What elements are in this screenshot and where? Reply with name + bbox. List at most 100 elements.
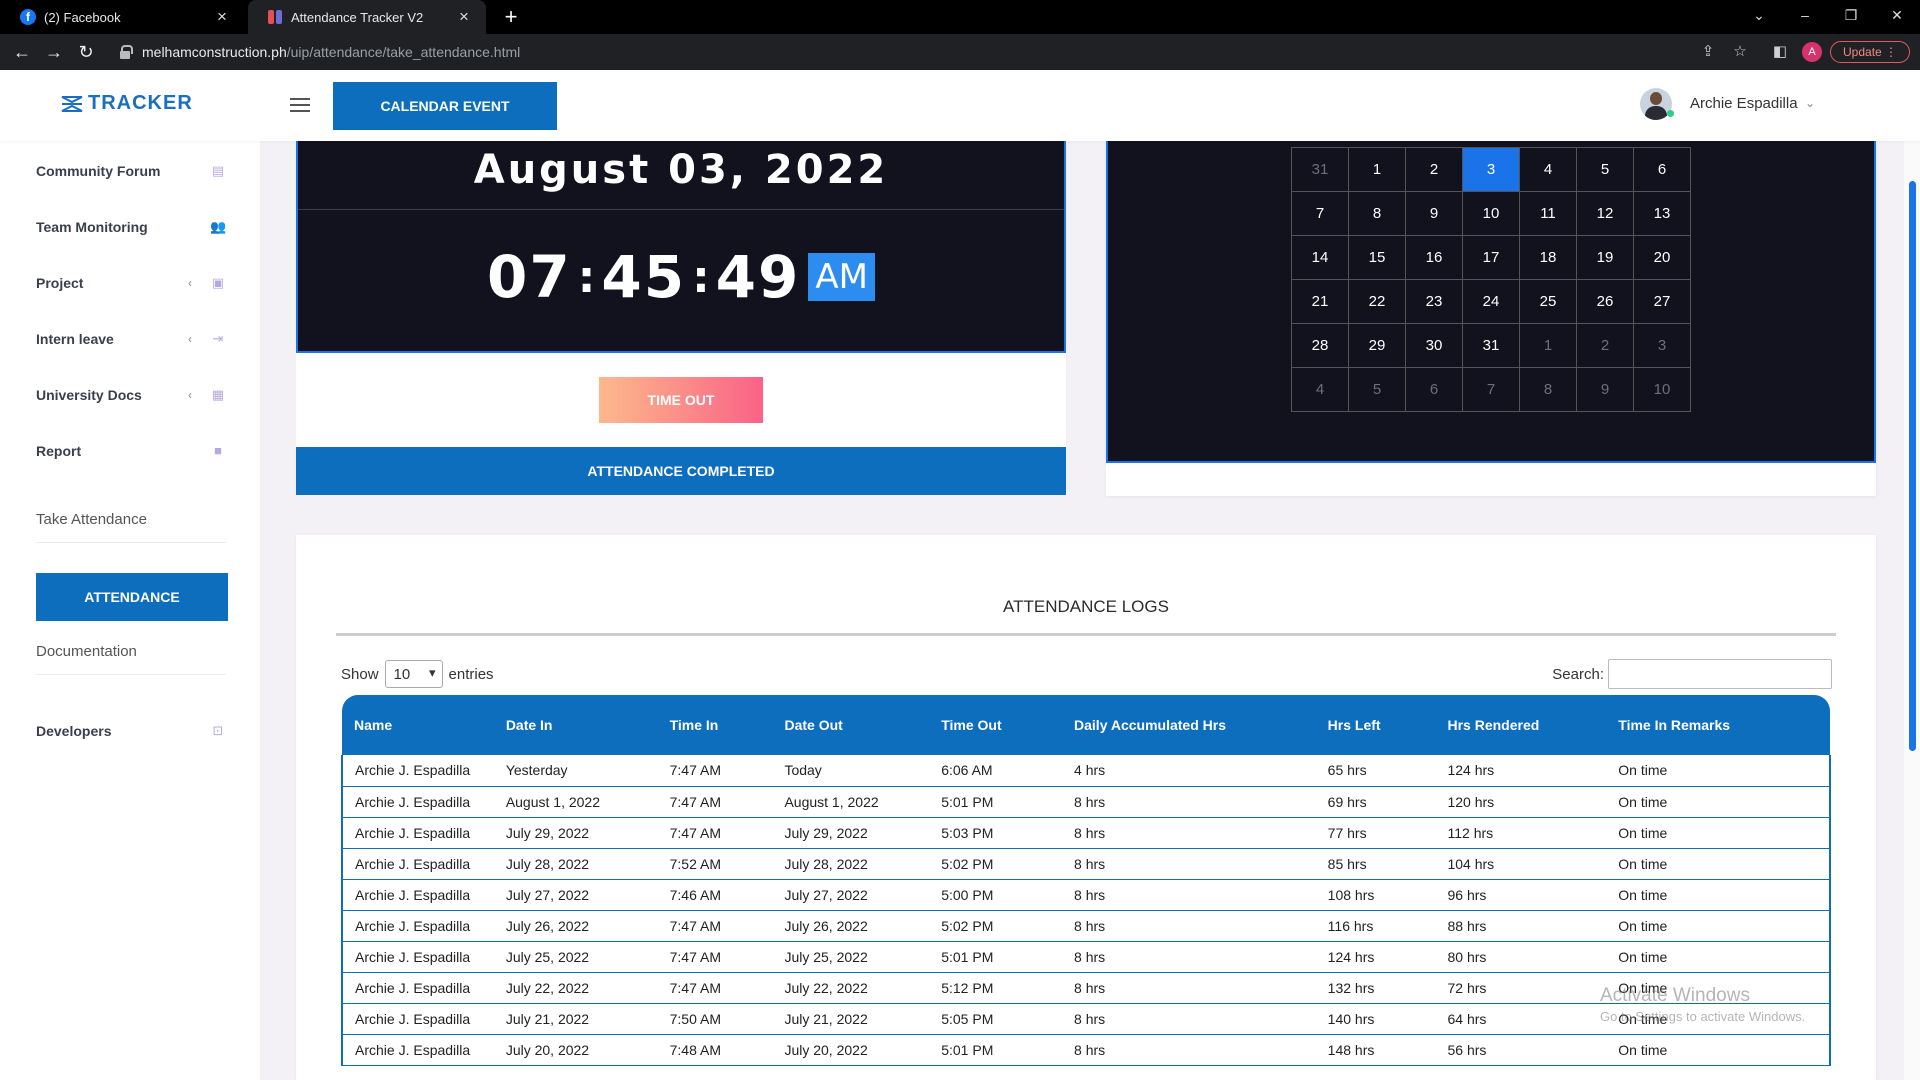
calendar-day[interactable]: 4 [1292,368,1349,412]
calendar-day[interactable]: 16 [1406,236,1463,280]
calendar-day[interactable]: 3 [1634,324,1691,368]
calendar-day[interactable]: 11 [1520,192,1577,236]
calendar-event-button[interactable]: CALENDAR EVENT [333,82,557,130]
table-cell: Archie J. Espadilla [341,972,494,1004]
entries-select[interactable]: 10 [384,660,443,688]
calendar-day[interactable]: 13 [1634,192,1691,236]
sidebar-item-label: Project [36,275,84,291]
calendar-day[interactable]: 31 [1463,324,1520,368]
calendar-day[interactable]: 10 [1634,368,1691,412]
sidebar-item-intern-leave[interactable]: Intern leave ‹ ⇥ [36,327,226,351]
column-header-name[interactable]: Name [342,695,494,755]
calendar-day[interactable]: 28 [1292,324,1349,368]
tab-attendance-tracker[interactable]: Attendance Tracker V2 × [248,0,486,34]
forward-icon[interactable]: → [42,40,66,64]
calendar-day[interactable]: 23 [1406,280,1463,324]
user-name[interactable]: Archie Espadilla [1690,95,1798,112]
search-label: Search: [1552,665,1604,683]
calendar-day[interactable]: 1 [1520,324,1577,368]
calendar-day[interactable]: 6 [1634,148,1691,192]
calendar-day[interactable]: 8 [1520,368,1577,412]
sidebar-item-label: Report [36,443,82,459]
report-icon: ■ [214,443,222,458]
column-header-daily-hrs[interactable]: Daily Accumulated Hrs [1062,695,1316,755]
column-header-time-out[interactable]: Time Out [929,695,1062,755]
column-header-remarks[interactable]: Time In Remarks [1606,695,1830,755]
calendar-day[interactable]: 22 [1349,280,1406,324]
calendar-day[interactable]: 30 [1406,324,1463,368]
profile-avatar[interactable]: A [1802,42,1822,62]
bookmark-star-icon[interactable]: ☆ [1730,42,1750,62]
hamburger-menu-icon[interactable] [290,98,310,114]
share-icon[interactable]: ⇪ [1698,42,1718,62]
back-icon[interactable]: ← [10,40,34,64]
new-tab-button[interactable]: + [498,4,524,30]
calendar-day[interactable]: 7 [1463,368,1520,412]
calendar-day[interactable]: 27 [1634,280,1691,324]
column-header-hrs-rendered[interactable]: Hrs Rendered [1435,695,1606,755]
calendar-day[interactable]: 5 [1577,148,1634,192]
calendar-day[interactable]: 4 [1520,148,1577,192]
sidebar-item-report[interactable]: Report ■ [36,439,226,463]
sidebar-item-team-monitoring[interactable]: Team Monitoring 👥 [36,215,226,239]
calendar-day[interactable]: 19 [1577,236,1634,280]
attendance-nav-button[interactable]: ATTENDANCE [36,573,228,621]
column-header-time-in[interactable]: Time In [658,695,773,755]
address-bar[interactable]: melhamconstruction.ph/uip/attendance/tak… [106,39,1686,65]
sidebar-item-community-forum[interactable]: Community Forum ▤ [36,159,226,183]
calendar-day[interactable]: 5 [1349,368,1406,412]
calendar-day[interactable]: 15 [1349,236,1406,280]
column-header-date-out[interactable]: Date Out [772,695,929,755]
table-cell: 88 hrs [1435,910,1607,942]
update-button[interactable]: Update ⋮ [1830,41,1910,63]
calendar-day[interactable]: 9 [1577,368,1634,412]
sidebar: Community Forum ▤ Team Monitoring 👥 Proj… [0,141,260,1080]
watermark-title: Activate Windows [1600,985,1750,1006]
table-cell: 7:47 AM [657,786,773,818]
sidebar-item-project[interactable]: Project ‹ ▣ [36,271,226,295]
calendar-day[interactable]: 29 [1349,324,1406,368]
browser-tab-bar: f (2) Facebook × Attendance Tracker V2 ×… [0,0,1920,34]
close-window-icon[interactable]: ✕ [1874,0,1920,30]
table-cell: 8 hrs [1062,941,1316,973]
calendar-day[interactable]: 7 [1292,192,1349,236]
sidebar-item-university-docs[interactable]: University Docs ‹ ▦ [36,383,226,407]
calendar-day[interactable]: 26 [1577,280,1634,324]
column-header-date-in[interactable]: Date In [494,695,658,755]
tab-search-icon[interactable]: ⌄ [1736,0,1782,30]
calendar-day[interactable]: 12 [1577,192,1634,236]
scrollbar-thumb[interactable] [1909,181,1916,751]
time-out-button[interactable]: TIME OUT [599,377,763,423]
calendar-day[interactable]: 21 [1292,280,1349,324]
tab-facebook[interactable]: f (2) Facebook × [0,0,244,34]
tracker-logo[interactable]: TRACKER [60,92,193,115]
calendar-day[interactable]: 20 [1634,236,1691,280]
calendar-day[interactable]: 24 [1463,280,1520,324]
search-input[interactable] [1608,659,1832,689]
calendar-day[interactable]: 18 [1520,236,1577,280]
page-scrollbar[interactable] [1904,141,1920,1080]
calendar-day[interactable]: 2 [1406,148,1463,192]
calendar-day[interactable]: 8 [1349,192,1406,236]
calendar-day[interactable]: 2 [1577,324,1634,368]
close-icon[interactable]: × [456,7,472,27]
calendar-day[interactable]: 14 [1292,236,1349,280]
calendar-day[interactable]: 31 [1292,148,1349,192]
sidebar-item-developers[interactable]: Developers ⊡ [36,719,226,743]
calendar-day[interactable]: 6 [1406,368,1463,412]
calendar-day[interactable]: 1 [1349,148,1406,192]
calendar-day[interactable]: 3 [1463,148,1520,192]
reload-icon[interactable]: ↻ [74,40,98,64]
side-panel-icon[interactable]: ◧ [1770,42,1790,62]
calendar-day[interactable]: 10 [1463,192,1520,236]
tracker-favicon-icon [268,10,282,24]
restore-icon[interactable]: ❐ [1828,0,1874,30]
calendar-day[interactable]: 9 [1406,192,1463,236]
table-cell: Archie J. Espadilla [341,910,494,942]
column-header-hrs-left[interactable]: Hrs Left [1316,695,1436,755]
close-icon[interactable]: × [214,7,230,27]
chevron-down-icon[interactable]: ⌄ [1805,96,1815,110]
calendar-day[interactable]: 17 [1463,236,1520,280]
minimize-icon[interactable]: – [1782,0,1828,30]
calendar-day[interactable]: 25 [1520,280,1577,324]
